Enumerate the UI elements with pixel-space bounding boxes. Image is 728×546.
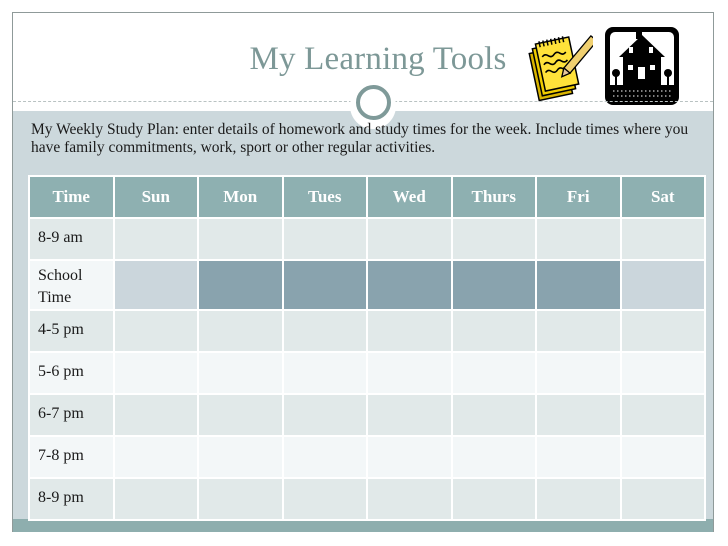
header-sat: Sat bbox=[619, 175, 706, 219]
plan-cell-thurs[interactable] bbox=[450, 435, 537, 479]
plan-cell-wed[interactable] bbox=[366, 393, 453, 437]
plan-cell-fri[interactable] bbox=[535, 393, 622, 437]
plan-cell-mon[interactable] bbox=[197, 393, 284, 437]
plan-cell-sat[interactable] bbox=[619, 477, 706, 521]
slide: My Learning Tools My Weekly Study Plan: … bbox=[12, 12, 714, 532]
time-label-line1: School bbox=[38, 267, 83, 284]
plan-cell-mon[interactable] bbox=[197, 259, 284, 311]
plan-cell-sun[interactable] bbox=[112, 351, 199, 395]
plan-cell-wed[interactable] bbox=[366, 309, 453, 353]
plan-cell-fri[interactable] bbox=[535, 477, 622, 521]
plan-cell-sat[interactable] bbox=[619, 351, 706, 395]
plan-cell-mon[interactable] bbox=[197, 217, 284, 261]
plan-cell-mon[interactable] bbox=[197, 309, 284, 353]
plan-cell-wed[interactable] bbox=[366, 351, 453, 395]
plan-cell-tues[interactable] bbox=[281, 217, 368, 261]
plan-cell-tues[interactable] bbox=[281, 435, 368, 479]
plan-cell-tues[interactable] bbox=[281, 259, 368, 311]
plan-cell-wed[interactable] bbox=[366, 477, 453, 521]
plan-cell-thurs[interactable] bbox=[450, 393, 537, 437]
table-row-school-time: School Time bbox=[28, 259, 706, 311]
plan-cell-sat[interactable] bbox=[619, 309, 706, 353]
time-cell: 7-8 pm bbox=[28, 435, 115, 479]
plan-cell-fri[interactable] bbox=[535, 217, 622, 261]
plan-cell-fri[interactable] bbox=[535, 435, 622, 479]
plan-cell-thurs[interactable] bbox=[450, 351, 537, 395]
header-mon: Mon bbox=[197, 175, 284, 219]
time-cell: 4-5 pm bbox=[28, 309, 115, 353]
time-label-line2: Time bbox=[38, 289, 72, 306]
intro-text: My Weekly Study Plan: enter details of h… bbox=[31, 121, 689, 156]
plan-cell-thurs[interactable] bbox=[450, 477, 537, 521]
plan-cell-wed[interactable] bbox=[366, 259, 453, 311]
time-cell: School Time bbox=[28, 259, 115, 311]
plan-cell-thurs[interactable] bbox=[450, 259, 537, 311]
house-icon bbox=[605, 27, 679, 105]
plan-cell-tues[interactable] bbox=[281, 351, 368, 395]
plan-cell-mon[interactable] bbox=[197, 351, 284, 395]
time-cell: 5-6 pm bbox=[28, 351, 115, 395]
plan-cell-mon[interactable] bbox=[197, 435, 284, 479]
header-time: Time bbox=[28, 175, 115, 219]
plan-cell-sun[interactable] bbox=[112, 477, 199, 521]
table-row: 5-6 pm bbox=[28, 351, 706, 395]
notepad-pencil-icon bbox=[528, 34, 593, 102]
table-row: 8-9 am bbox=[28, 217, 706, 261]
time-cell: 8-9 am bbox=[28, 217, 115, 261]
table-row: 8-9 pm bbox=[28, 477, 706, 521]
table-row: 6-7 pm bbox=[28, 393, 706, 437]
header-sun: Sun bbox=[112, 175, 199, 219]
plan-cell-tues[interactable] bbox=[281, 309, 368, 353]
plan-cell-thurs[interactable] bbox=[450, 309, 537, 353]
header-wed: Wed bbox=[366, 175, 453, 219]
plan-cell-sun[interactable] bbox=[112, 217, 199, 261]
plan-cell-wed[interactable] bbox=[366, 435, 453, 479]
plan-cell-sun[interactable] bbox=[112, 435, 199, 479]
circle-ornament-icon bbox=[356, 85, 391, 120]
plan-cell-sat[interactable] bbox=[619, 393, 706, 437]
plan-cell-sat[interactable] bbox=[619, 217, 706, 261]
plan-cell-sat[interactable] bbox=[619, 435, 706, 479]
plan-cell-thurs[interactable] bbox=[450, 217, 537, 261]
plan-cell-mon[interactable] bbox=[197, 477, 284, 521]
plan-cell-tues[interactable] bbox=[281, 477, 368, 521]
plan-cell-sun[interactable] bbox=[112, 309, 199, 353]
plan-cell-sat[interactable] bbox=[619, 259, 706, 311]
plan-cell-fri[interactable] bbox=[535, 309, 622, 353]
plan-cell-sun[interactable] bbox=[112, 259, 199, 311]
plan-cell-fri[interactable] bbox=[535, 259, 622, 311]
header-fri: Fri bbox=[535, 175, 622, 219]
plan-cell-wed[interactable] bbox=[366, 217, 453, 261]
table-row: 7-8 pm bbox=[28, 435, 706, 479]
header-thurs: Thurs bbox=[450, 175, 537, 219]
weekly-study-plan-table: Time Sun Mon Tues Wed Thurs Fri Sat 8-9 … bbox=[28, 175, 706, 521]
plan-cell-tues[interactable] bbox=[281, 393, 368, 437]
table-header-row: Time Sun Mon Tues Wed Thurs Fri Sat bbox=[28, 175, 706, 219]
plan-cell-sun[interactable] bbox=[112, 393, 199, 437]
plan-cell-fri[interactable] bbox=[535, 351, 622, 395]
header-tues: Tues bbox=[281, 175, 368, 219]
table-row: 4-5 pm bbox=[28, 309, 706, 353]
time-cell: 8-9 pm bbox=[28, 477, 115, 521]
time-cell: 6-7 pm bbox=[28, 393, 115, 437]
